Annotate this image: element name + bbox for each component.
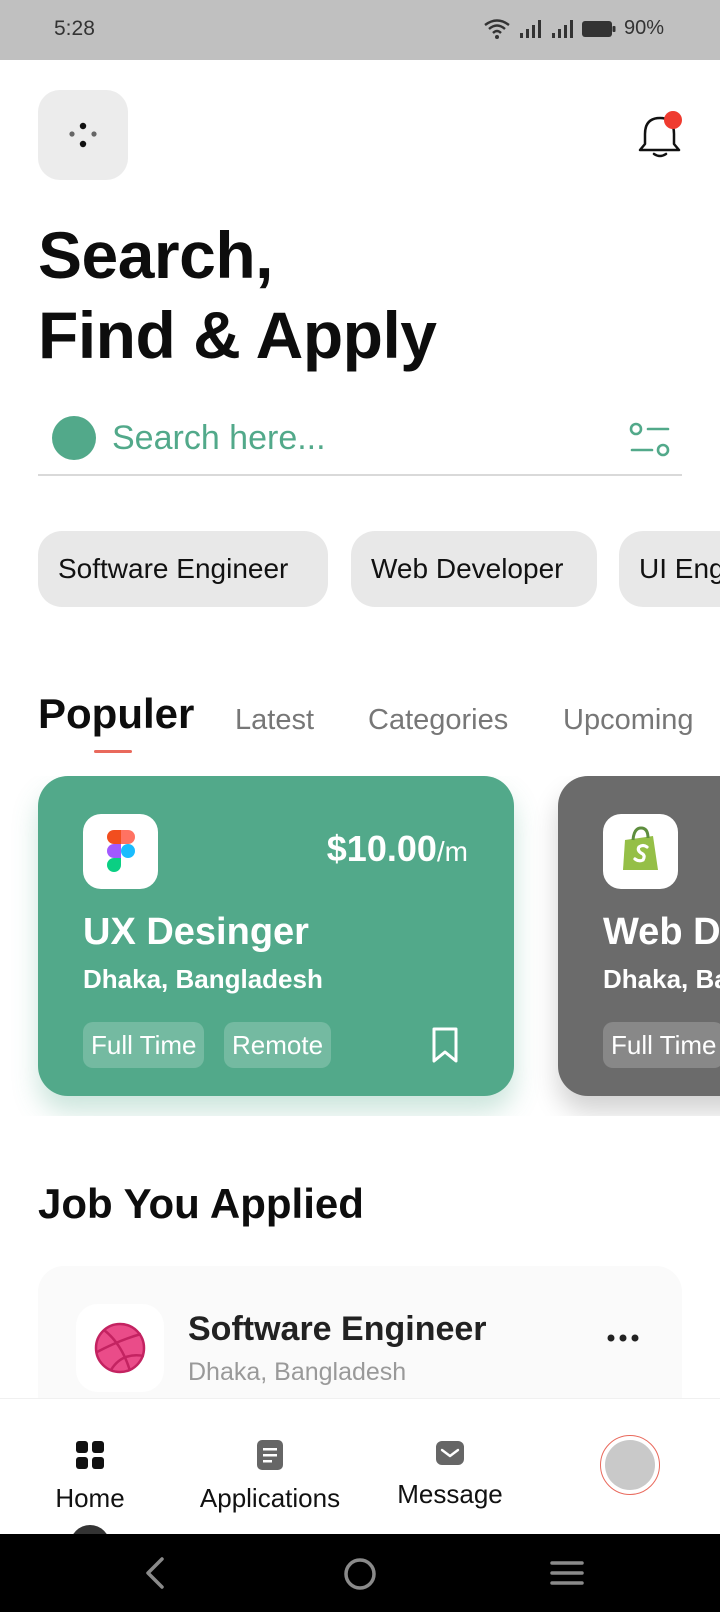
dribbble-logo-icon	[94, 1322, 146, 1374]
job-price-unit: /m	[436, 836, 468, 867]
headline-line-2: Find & Apply	[38, 298, 437, 372]
tab-populer[interactable]: Populer	[38, 690, 194, 738]
system-nav-bar	[0, 1534, 720, 1612]
notification-button[interactable]	[638, 110, 684, 160]
tab-upcoming[interactable]: Upcoming	[563, 704, 694, 737]
job-tag-full-time: Full Time	[603, 1022, 720, 1068]
job-price: $10.00	[326, 828, 437, 869]
status-time: 5:28	[54, 17, 95, 40]
applied-section-title: Job You Applied	[38, 1180, 364, 1227]
search-bar	[38, 408, 682, 476]
document-icon	[257, 1440, 283, 1470]
job-logo	[83, 814, 158, 889]
home-circle-icon[interactable]	[342, 1556, 378, 1592]
status-indicators: 90%	[484, 17, 664, 40]
applied-job-title: Software Engineer	[188, 1310, 487, 1348]
status-bar: 5:28 90%	[0, 0, 720, 60]
bell-icon	[638, 111, 682, 158]
tab-categories[interactable]: Categories	[368, 704, 508, 737]
bottom-nav: Home Applications Message	[0, 1398, 720, 1545]
nav-applications[interactable]: Applications	[188, 1399, 352, 1535]
job-salary: $10.00/m	[327, 828, 468, 870]
applied-job-location: Dhaka, Bangladesh	[188, 1358, 407, 1386]
shopify-logo-icon	[623, 826, 658, 870]
category-chips: Software Engineer Web Developer UI Eng	[38, 531, 720, 607]
menu-button[interactable]	[38, 90, 128, 180]
battery-icon	[581, 20, 616, 37]
nav-home[interactable]: Home	[40, 1399, 140, 1535]
profile-avatar[interactable]	[605, 1440, 655, 1490]
recents-menu-icon[interactable]	[550, 1556, 584, 1590]
battery-percent: 90%	[623, 17, 664, 39]
job-title: UX Desinger	[83, 911, 309, 953]
tab-indicator	[94, 750, 132, 753]
chip-ui-engineer[interactable]: UI Eng	[619, 531, 720, 607]
grid-icon	[76, 1441, 104, 1469]
job-card-ux-designer[interactable]: $10.00/m UX Desinger Dhaka, Bangladesh F…	[38, 776, 514, 1096]
headline-line-1: Search,	[38, 218, 273, 292]
job-tag-full-time: Full Time	[83, 1022, 205, 1068]
nav-message[interactable]: Message	[390, 1399, 510, 1535]
search-icon	[52, 416, 96, 460]
popular-jobs-carousel: $10.00/m UX Desinger Dhaka, Bangladesh F…	[0, 776, 720, 1116]
back-icon[interactable]	[140, 1556, 172, 1590]
wifi-icon	[484, 18, 510, 39]
applied-job-logo	[76, 1304, 164, 1392]
search-input[interactable]	[112, 412, 582, 464]
filter-icon[interactable]	[628, 420, 672, 460]
signal-icon-2	[551, 19, 573, 38]
dots-menu-icon	[69, 122, 97, 148]
nav-applications-label: Applications	[199, 1483, 341, 1513]
chip-web-developer[interactable]: Web Developer	[351, 531, 597, 607]
job-card-web-developer[interactable]: Web De Dhaka, Ba Full Time	[558, 776, 720, 1096]
job-location: Dhaka, Ba	[603, 964, 720, 994]
mail-icon	[436, 1441, 464, 1465]
signal-icon	[519, 19, 541, 38]
job-tag-remote: Remote	[224, 1022, 332, 1068]
page-title: Search, Find & Apply	[38, 215, 437, 375]
nav-message-label: Message	[397, 1479, 503, 1509]
job-title: Web De	[603, 911, 720, 953]
figma-logo-icon	[107, 830, 135, 872]
nav-home-label: Home	[55, 1483, 125, 1513]
tab-latest[interactable]: Latest	[235, 704, 314, 737]
job-location: Dhaka, Bangladesh	[83, 964, 323, 994]
job-logo	[603, 814, 678, 889]
bookmark-icon[interactable]	[430, 1026, 460, 1064]
more-options-icon[interactable]	[603, 1318, 643, 1358]
job-tabs: Populer Latest Categories Upcoming	[38, 690, 720, 760]
chip-software-engineer[interactable]: Software Engineer	[38, 531, 328, 607]
